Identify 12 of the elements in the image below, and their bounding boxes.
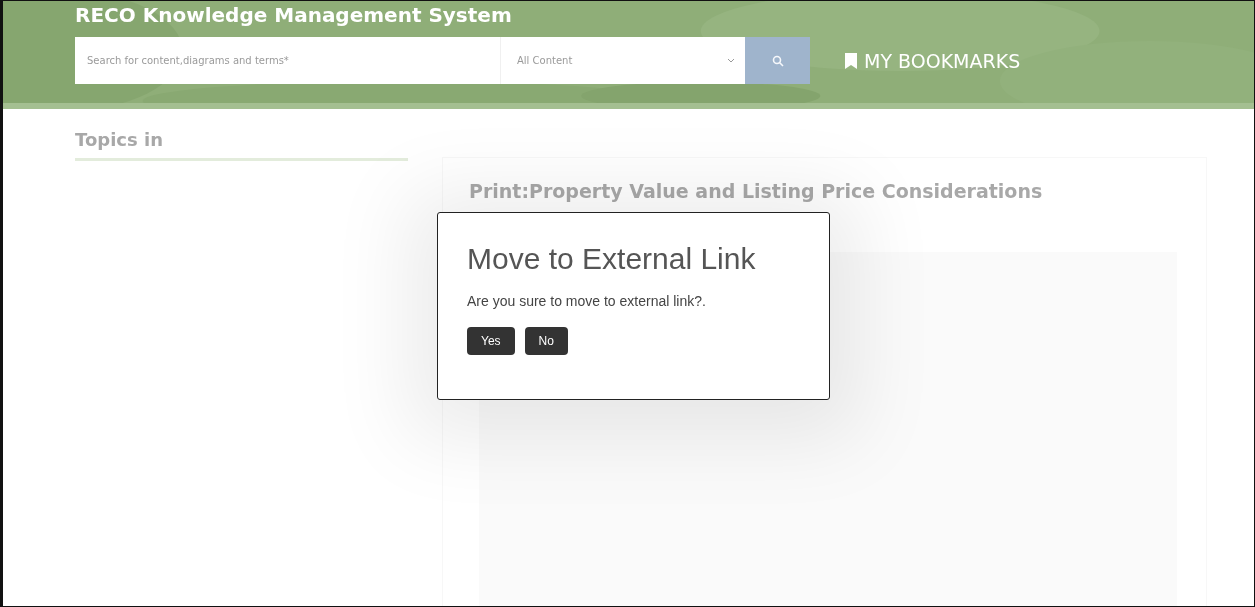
search-field[interactable]: Search for content,diagrams and terms* [75,37,500,84]
article-title: Print:Property Value and Listing Price Considerations [469,180,1043,202]
no-button[interactable]: No [524,327,568,355]
search-button[interactable] [745,37,810,84]
dialog-title: Move to External Link [467,241,756,277]
sidebar-title: Topics in [75,129,163,150]
chevron-down-icon [727,57,735,64]
search-icon [771,54,784,67]
site-title: RECO Knowledge Management System [75,3,512,27]
dialog-message: Are you sure to move to external link?. [467,293,706,309]
yes-button[interactable]: Yes [467,327,515,355]
bookmark-icon [844,51,858,70]
